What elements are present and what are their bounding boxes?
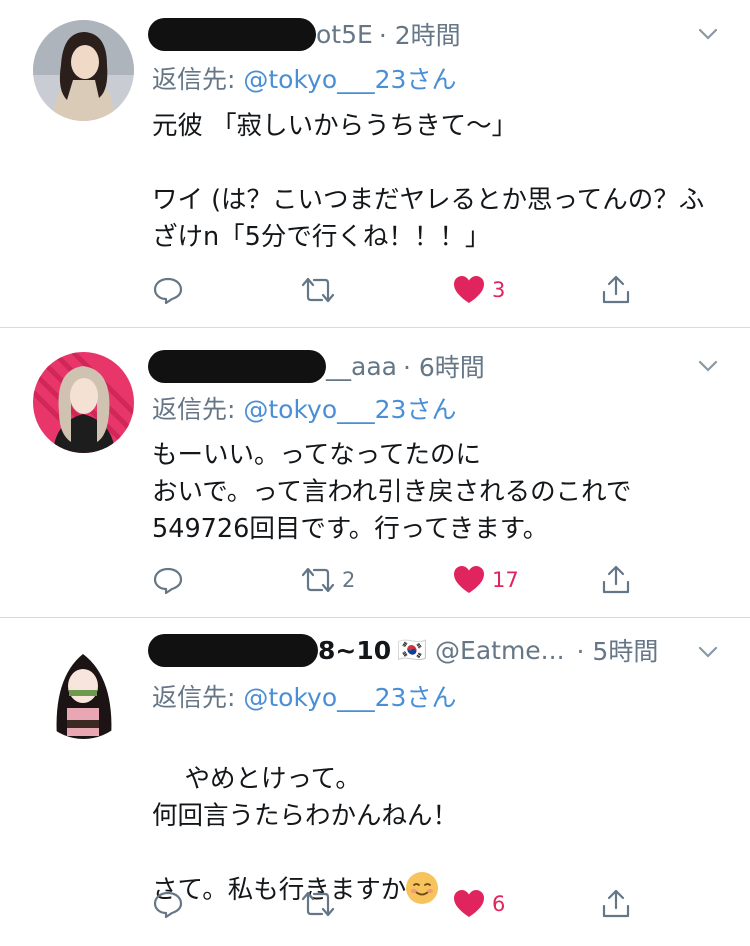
like-button[interactable]: 3 (452, 274, 505, 306)
chevron-down-icon[interactable] (696, 22, 720, 46)
retweet-icon (301, 277, 335, 303)
reply-to: 返信先: @tokyo___23さん (152, 390, 456, 426)
share-icon (602, 565, 630, 594)
reply-icon (153, 891, 183, 919)
tweet-actions: 2 17 (152, 564, 720, 600)
reply-to: 返信先: @tokyo___23さん (152, 678, 456, 714)
flag-icon: 🇰🇷 (397, 636, 428, 664)
chevron-down-icon[interactable] (696, 354, 720, 378)
reply-mention[interactable]: @tokyo___23さん (243, 683, 456, 712)
avatar[interactable] (33, 20, 134, 121)
tweet-text: 元彼 「寂しいからうちきて〜」 ワイ (は？こいつまだヤレるとか思ってんの？ふざ… (152, 111, 705, 252)
retweet-count: 2 (342, 568, 356, 592)
display-name[interactable]: 8~10 (318, 636, 391, 665)
reply-button[interactable] (152, 888, 190, 920)
timestamp[interactable]: · 6時間 (403, 348, 485, 384)
tweet-1[interactable]: ot5E · 2時間 返信先: @tokyo___23さん 元彼 「寂しいからう… (0, 0, 750, 328)
share-button[interactable] (600, 888, 632, 920)
share-icon (602, 275, 630, 304)
reply-to: 返信先: @tokyo___23さん (152, 60, 456, 96)
tweet-header: 8~10 🇰🇷 @Eatme... · 5時間 (148, 630, 720, 670)
share-icon (602, 889, 630, 918)
retweet-icon (301, 567, 335, 593)
redacted-name (148, 17, 316, 51)
reply-icon (153, 277, 183, 305)
share-button[interactable] (600, 564, 632, 596)
heart-icon (454, 890, 484, 917)
like-button[interactable]: 17 (452, 564, 519, 596)
heart-icon (454, 566, 484, 593)
like-button[interactable]: 6 (452, 888, 505, 920)
reply-mention[interactable]: @tokyo___23さん (243, 395, 456, 424)
tweet-actions: 6 (152, 888, 720, 924)
avatar[interactable] (33, 638, 134, 739)
handle[interactable]: @Eatme... (435, 636, 565, 665)
handle[interactable]: __aaa (326, 352, 397, 381)
tweet-2[interactable]: __aaa · 6時間 返信先: @tokyo___23さん もーいい。ってなっ… (0, 328, 750, 618)
retweet-button[interactable] (300, 888, 342, 920)
retweet-button[interactable] (300, 274, 342, 306)
reply-button[interactable] (152, 564, 190, 596)
redacted-name (148, 633, 318, 667)
timestamp[interactable]: · 2時間 (379, 16, 461, 52)
reply-prefix: 返信先: (152, 683, 244, 712)
chevron-down-icon[interactable] (696, 640, 720, 664)
redacted-name (148, 349, 326, 383)
reply-prefix: 返信先: (152, 65, 244, 94)
share-button[interactable] (600, 274, 632, 306)
reply-mention[interactable]: @tokyo___23さん (243, 65, 456, 94)
tweet-actions: 3 (152, 274, 720, 310)
like-count: 17 (492, 568, 519, 592)
retweet-button[interactable]: 2 (300, 564, 355, 596)
avatar[interactable] (33, 352, 134, 453)
timestamp[interactable]: · 5時間 (577, 632, 659, 668)
tweet-header: ot5E · 2時間 (148, 14, 720, 54)
heart-icon (454, 276, 484, 303)
handle[interactable]: ot5E (316, 20, 373, 49)
like-count: 3 (492, 278, 506, 302)
tweet-header: __aaa · 6時間 (148, 346, 720, 386)
reply-button[interactable] (152, 274, 190, 306)
tweet-text: もーいい。ってなってたのに おいで。って言われ引き戻されるのこれで549726回… (152, 440, 632, 544)
like-count: 6 (492, 892, 506, 916)
tweet-3[interactable]: 8~10 🇰🇷 @Eatme... · 5時間 返信先: @tokyo___23… (0, 618, 750, 945)
reply-icon (153, 567, 183, 595)
retweet-icon (301, 891, 335, 917)
reply-prefix: 返信先: (152, 395, 244, 424)
